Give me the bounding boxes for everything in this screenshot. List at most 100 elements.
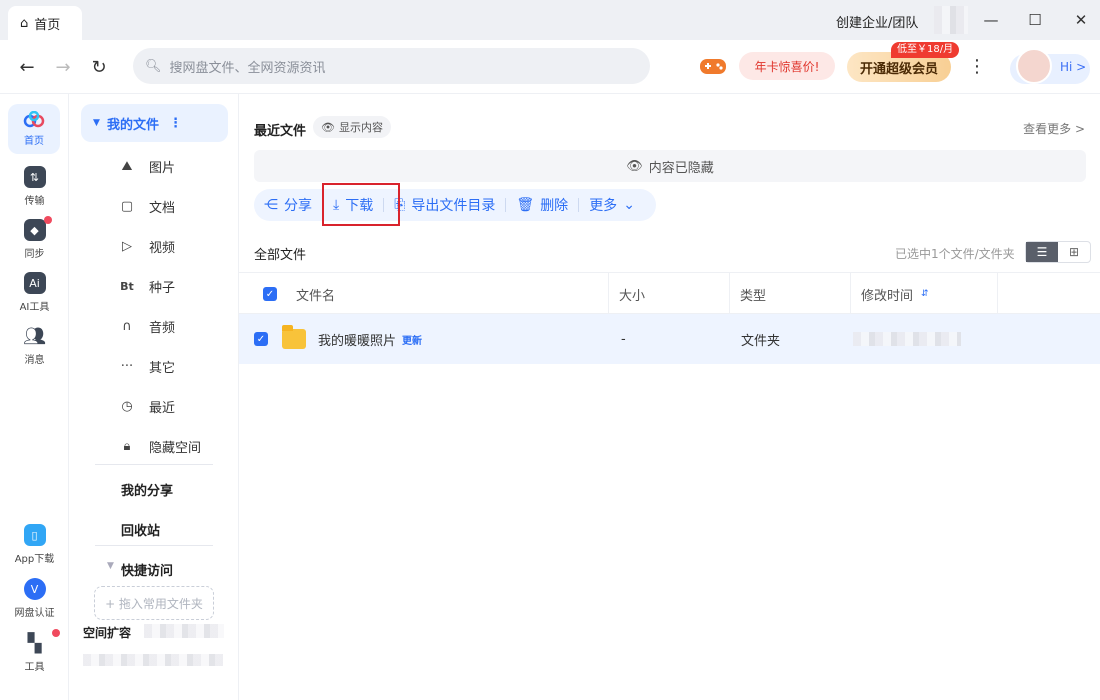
show-content-label: 显示内容 [338, 121, 383, 134]
show-content-button[interactable]: 👁︎ 显示内容 [313, 116, 391, 138]
rail-item-messages[interactable]: 👥︎ 消息 [0, 325, 69, 367]
verify-icon: V [23, 578, 46, 600]
more-vertical-icon[interactable]: ⋮ [169, 116, 182, 131]
toolbar: ← → ↻ 🔍︎ 搜网盘文件、全网资源资讯 年卡惊喜价! 开通超级会员 低至￥1… [0, 40, 1100, 94]
update-tag: 更新 [402, 335, 423, 347]
header-modified[interactable]: 修改时间 ⇵ [851, 273, 998, 315]
notification-dot [44, 216, 52, 224]
tools-icon: ▚ [27, 632, 42, 654]
create-team-link[interactable]: 创建企业/团队 [836, 12, 918, 31]
sidebar-item-my-files[interactable]: ▼ 我的文件 ⋮ [81, 104, 228, 142]
tab-label: 首页 [34, 17, 61, 33]
rail-item-transfer[interactable]: ⇅ 传输 [0, 166, 69, 207]
gamepad-icon[interactable] [698, 53, 728, 79]
search-icon: 🔍︎ [145, 58, 162, 74]
tab-home[interactable]: ⌂ 首页 [8, 6, 82, 40]
close-icon[interactable]: ✕ [1066, 8, 1096, 32]
action-label: 更多 [589, 198, 618, 214]
header-type[interactable]: 类型 [730, 273, 851, 315]
rail-item-ai[interactable]: Ai AI工具 [0, 272, 69, 313]
list-view-icon[interactable]: ☰ [1026, 242, 1058, 262]
grid-view-icon[interactable]: ⊞ [1058, 242, 1090, 262]
sidebar-label: 其它 [149, 360, 176, 376]
rail-item-home[interactable]: 首页 [8, 104, 60, 154]
view-toggle: ☰ ⊞ [1025, 241, 1091, 263]
header-name[interactable]: ✓ 文件名 [239, 273, 609, 315]
header-label: 文件名 [296, 288, 336, 304]
rail-item-verify[interactable]: V 网盘认证 [0, 578, 69, 619]
rail-label: 同步 [24, 249, 45, 260]
sort-icon: ⇵ [921, 289, 929, 299]
sidebar-item-bt[interactable]: Bt 种子 [119, 276, 175, 296]
sidebar-item-audio[interactable]: ∩ 音频 [119, 316, 175, 336]
action-bar: ⋲ 分享 ⤓ 下载 ⎘ 导出文件目录 🗑︎ 删除 更多 ⌄ [254, 189, 656, 221]
eye-off-icon: 👁︎ [626, 158, 643, 174]
assistant-avatar[interactable] [1016, 48, 1052, 84]
sidebar-item-videos[interactable]: ▷ 视频 [119, 236, 175, 256]
export-directory-button[interactable]: ⎘ 导出文件目录 [384, 189, 505, 221]
more-icon: ··· [120, 358, 134, 374]
storage-info-mosaic [144, 624, 224, 638]
recent-files-title: 最近文件 [254, 124, 307, 139]
lock-icon: 🔒︎ [123, 438, 131, 454]
folder-icon [282, 325, 306, 349]
rail-item-sync[interactable]: ◆ 同步 [0, 219, 69, 260]
hi-label: Hi > [1060, 60, 1087, 74]
select-all-checkbox[interactable]: ✓ [263, 287, 277, 301]
sidebar-label: 我的文件 [107, 117, 160, 133]
user-avatar-mosaic[interactable] [934, 6, 968, 34]
sidebar-label: 音频 [149, 320, 176, 336]
modified-time-mosaic [853, 332, 961, 346]
more-vertical-icon[interactable]: ⋮ [963, 52, 991, 80]
home-icon: ⌂ [20, 15, 29, 31]
delete-button[interactable]: 🗑︎ 删除 [506, 189, 578, 221]
rail-item-tools[interactable]: ▚ 工具 [0, 632, 69, 674]
see-more-link[interactable]: 查看更多 > [1023, 120, 1085, 137]
minimize-icon[interactable]: — [976, 8, 1006, 32]
quick-access-header[interactable]: 快捷访问 [121, 560, 173, 579]
rail-label: 工具 [24, 662, 45, 673]
transfer-icon: ⇅ [23, 166, 46, 188]
ai-icon: Ai [23, 272, 46, 294]
share-button[interactable]: ⋲ 分享 [254, 189, 322, 221]
sidebar: ▼ 我的文件 ⋮ ⛰ 图片 ▢ 文档 ▷ 视频 Bt 种子 ∩ 音频 ··· 其它 ◷ 最近 … [69, 94, 239, 700]
divider [95, 464, 213, 465]
cell-size: - [621, 331, 626, 347]
file-name[interactable]: 我的暖暖照片 [318, 330, 396, 349]
sidebar-item-recent[interactable]: ◷ 最近 [119, 396, 175, 416]
share-icon: ⋲ [264, 197, 278, 213]
expand-space-label[interactable]: 空间扩容 [83, 624, 131, 641]
header-label: 修改时间 [861, 288, 914, 304]
video-icon: ▷ [122, 238, 132, 254]
rail-label: 网盘认证 [14, 608, 55, 619]
sidebar-item-hidden-space[interactable]: 🔒︎ 隐藏空间 [119, 436, 201, 456]
search-input[interactable]: 🔍︎ 搜网盘文件、全网资源资讯 [133, 48, 650, 84]
header-size[interactable]: 大小 [609, 273, 730, 315]
sidebar-item-images[interactable]: ⛰ 图片 [119, 156, 175, 176]
message-icon: 👥︎ [23, 325, 46, 347]
headphones-icon: ∩ [122, 318, 132, 334]
sidebar-item-other[interactable]: ··· 其它 [119, 356, 175, 376]
rail-label: 消息 [24, 355, 45, 366]
back-icon[interactable]: ← [12, 52, 42, 82]
row-checkbox[interactable]: ✓ [254, 332, 268, 346]
eye-off-icon: 👁︎ [321, 120, 335, 134]
maximize-icon[interactable]: ☐ [1020, 8, 1050, 32]
more-button[interactable]: 更多 ⌄ [579, 189, 645, 221]
sidebar-item-my-share[interactable]: 我的分享 [121, 480, 173, 499]
sidebar-item-recycle-bin[interactable]: 回收站 [121, 520, 160, 539]
bt-icon: Bt [120, 279, 134, 293]
title-bar: ⌂ 首页 创建企业/团队 — ☐ ✕ [0, 0, 1100, 40]
sidebar-item-documents[interactable]: ▢ 文档 [119, 196, 175, 216]
table-row[interactable]: ✓ 我的暖暖照片 更新 - 文件夹 [239, 314, 1100, 364]
download-highlight-box [322, 183, 400, 226]
left-rail: 首页 ⇅ 传输 ◆ 同步 Ai AI工具 👥︎ 消息 ▯ App下载 V 网盘认… [0, 94, 69, 700]
promo-button[interactable]: 年卡惊喜价! [739, 52, 835, 80]
main-content: 最近文件 👁︎ 显示内容 查看更多 > 👁︎ 内容已隐藏 ⋲ 分享 ⤓ 下载 ⎘ 导出… [239, 94, 1100, 700]
rail-item-app-download[interactable]: ▯ App下载 [0, 524, 69, 565]
forward-icon[interactable]: → [48, 52, 78, 82]
drop-zone[interactable]: + 拖入常用文件夹 [94, 586, 214, 620]
trash-icon: 🗑︎ [516, 197, 535, 213]
refresh-icon[interactable]: ↻ [84, 52, 114, 82]
sidebar-label: 视频 [149, 240, 176, 256]
